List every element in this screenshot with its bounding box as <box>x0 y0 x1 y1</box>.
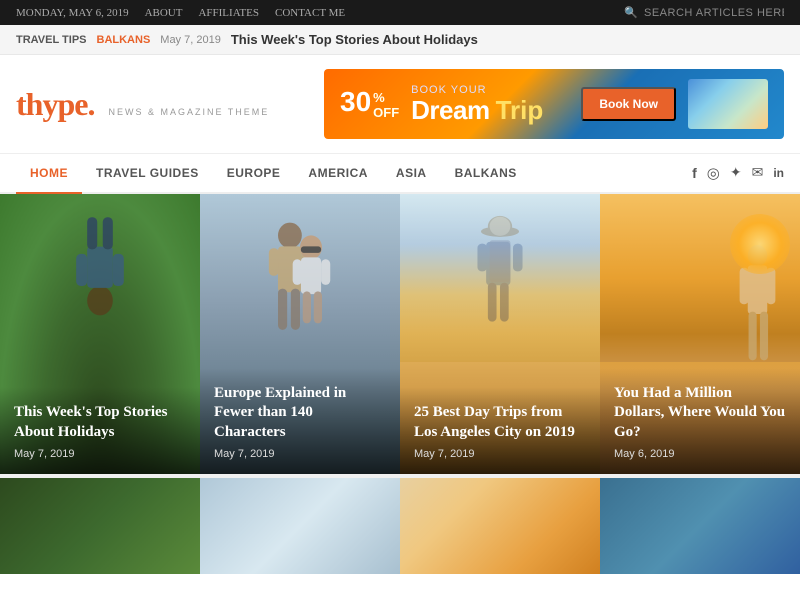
topbar-contact[interactable]: CONTACT ME <box>275 7 345 19</box>
card-3-title: 25 Best Day Trips from Los Angeles City … <box>414 403 586 442</box>
card-1[interactable]: This Week's Top Stories About Holidays M… <box>0 194 200 474</box>
upside-down-person-icon <box>63 209 138 319</box>
ticker-bar: TRAVEL TIPS BALKANS May 7, 2019 This Wee… <box>0 25 800 55</box>
topbar: MONDAY, MAY 6, 2019 ABOUT AFFILIATES CON… <box>0 0 800 25</box>
ad-text-block: Book Your Dream Trip <box>411 84 543 125</box>
card-2-overlay: Europe Explained in Fewer than 140 Chara… <box>200 368 400 475</box>
card-1-date: May 7, 2019 <box>14 448 186 460</box>
ticker-balkans[interactable]: BALKANS <box>97 34 151 46</box>
ticker-date: May 7, 2019 <box>160 34 221 46</box>
nav-item-balkans[interactable]: BALKANS <box>441 154 531 194</box>
card-2[interactable]: Europe Explained in Fewer than 140 Chara… <box>200 194 400 474</box>
header: thype. NEWS & MAGAZINE THEME 30 % OFF Bo… <box>0 55 800 154</box>
nav-links: HOME TRAVEL GUIDES EUROPE AMERICA ASIA B… <box>16 154 531 192</box>
topbar-left: MONDAY, MAY 6, 2019 ABOUT AFFILIATES CON… <box>16 7 345 19</box>
nav-item-asia[interactable]: ASIA <box>382 154 441 194</box>
ticker-travel-tips[interactable]: TRAVEL TIPS <box>16 34 87 46</box>
card-4-title: You Had a Million Dollars, Where Would Y… <box>614 384 786 443</box>
ticker-title: This Week's Top Stories About Holidays <box>231 32 478 47</box>
card-4-overlay: You Had a Million Dollars, Where Would Y… <box>600 368 800 475</box>
thumb-3[interactable] <box>400 478 600 574</box>
thumbnail-row <box>0 474 800 574</box>
card-3-overlay: 25 Best Day Trips from Los Angeles City … <box>400 387 600 474</box>
ad-dream-text: Dream <box>411 96 489 125</box>
topbar-date: MONDAY, MAY 6, 2019 <box>16 7 129 19</box>
thumb-1[interactable] <box>0 478 200 574</box>
card-2-date: May 7, 2019 <box>214 448 386 460</box>
facebook-icon[interactable]: f <box>692 165 697 181</box>
topbar-about[interactable]: ABOUT <box>145 7 183 19</box>
search-input[interactable] <box>644 7 784 19</box>
main-grid: This Week's Top Stories About Holidays M… <box>0 194 800 474</box>
card-4-date: May 6, 2019 <box>614 448 786 460</box>
ad-cta-button[interactable]: Book Now <box>581 87 676 121</box>
logo-tagline: NEWS & MAGAZINE THEME <box>108 107 269 117</box>
nav-item-america[interactable]: AMERICA <box>294 154 382 194</box>
linkedin-icon[interactable]: in <box>773 166 784 180</box>
topbar-affiliates[interactable]: AFFILIATES <box>198 7 259 19</box>
thumb-4[interactable] <box>600 478 800 574</box>
mail-icon[interactable]: ✉ <box>752 165 764 182</box>
ad-image <box>688 79 768 129</box>
ad-off-text: OFF <box>373 105 399 120</box>
ad-discount-block: 30 % OFF <box>340 88 399 120</box>
ad-banner[interactable]: 30 % OFF Book Your Dream Trip Book Now <box>324 69 784 139</box>
nav-item-europe[interactable]: EUROPE <box>213 154 295 194</box>
twitter-icon[interactable]: ✦ <box>730 165 742 182</box>
ad-discount-number: 30 <box>340 88 371 116</box>
two-girls-icon <box>240 214 350 354</box>
card-4[interactable]: You Had a Million Dollars, Where Would Y… <box>600 194 800 474</box>
logo[interactable]: thype. <box>16 86 94 123</box>
card-1-overlay: This Week's Top Stories About Holidays M… <box>0 387 200 474</box>
search-icon: 🔍 <box>624 6 638 19</box>
card-3[interactable]: 25 Best Day Trips from Los Angeles City … <box>400 194 600 474</box>
thumb-2[interactable] <box>200 478 400 574</box>
card-1-title: This Week's Top Stories About Holidays <box>14 403 186 442</box>
ad-book-text: Book Your <box>411 84 543 96</box>
ad-trip-text: Trip <box>496 96 544 125</box>
card-2-title: Europe Explained in Fewer than 140 Chara… <box>214 384 386 443</box>
topbar-search-area: 🔍 <box>624 6 784 19</box>
nav-item-travel-guides[interactable]: TRAVEL GUIDES <box>82 154 213 194</box>
nav-item-home[interactable]: HOME <box>16 154 82 194</box>
nav-social: f ◎ ✦ ✉ in <box>692 164 784 183</box>
main-nav: HOME TRAVEL GUIDES EUROPE AMERICA ASIA B… <box>0 154 800 194</box>
card-3-date: May 7, 2019 <box>414 448 586 460</box>
logo-area: thype. NEWS & MAGAZINE THEME <box>16 86 269 123</box>
instagram-icon[interactable]: ◎ <box>707 164 720 183</box>
